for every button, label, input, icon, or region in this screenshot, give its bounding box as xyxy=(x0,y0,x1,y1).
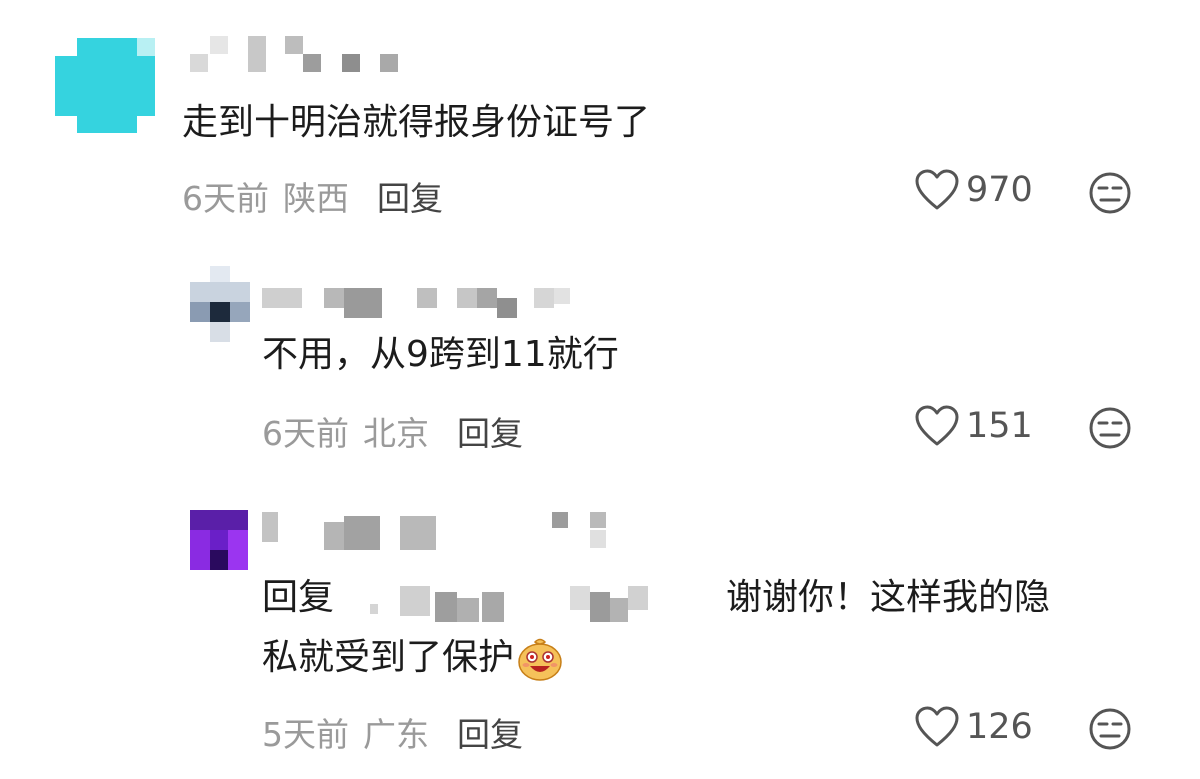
comment-time: 5天前 xyxy=(262,715,349,754)
like-button[interactable]: 970 xyxy=(914,168,1033,212)
dislike-button[interactable] xyxy=(1088,406,1132,454)
reply-button[interactable]: 回复 xyxy=(457,708,523,756)
username-blurred[interactable] xyxy=(262,283,572,323)
like-count: 126 xyxy=(966,707,1033,747)
comment-location: 北京 xyxy=(363,414,429,453)
username-blurred[interactable] xyxy=(262,508,612,552)
like-button[interactable]: 126 xyxy=(914,705,1033,749)
comment-location: 广东 xyxy=(363,715,429,754)
reply-button[interactable]: 回复 xyxy=(377,172,443,220)
dislike-button[interactable] xyxy=(1088,707,1132,755)
comment-text: 不用，从9跨到11就行 xyxy=(262,334,619,375)
avatar[interactable] xyxy=(190,266,250,342)
reply-prefix: 回复 xyxy=(262,577,335,618)
comment-location: 陕西 xyxy=(283,179,349,218)
heart-outline-icon xyxy=(915,706,959,747)
avatar[interactable] xyxy=(55,38,155,133)
comment-meta: 5天前 广东 回复 xyxy=(262,708,523,756)
comment-text-line1: 回复 xyxy=(262,570,334,626)
comment-time: 6天前 xyxy=(182,179,269,218)
comment-text: 谢谢你！这样我的隐 xyxy=(726,577,1051,618)
comment-text-continued: 私就受到了保护 xyxy=(262,637,515,678)
comment-meta: 6天前 陕西 回复 xyxy=(182,172,443,220)
mentioned-user-blurred[interactable] xyxy=(370,584,670,624)
comment-time: 6天前 xyxy=(262,414,349,453)
like-count: 970 xyxy=(966,170,1033,210)
dislike-button[interactable] xyxy=(1088,171,1132,219)
neutral-face-icon xyxy=(1089,407,1131,449)
comment-meta: 6天前 北京 回复 xyxy=(262,407,523,455)
username-blurred[interactable] xyxy=(190,36,410,76)
like-button[interactable]: 151 xyxy=(914,404,1033,448)
comment-text: 走到十明治就得报身份证号了 xyxy=(182,102,651,143)
like-count: 151 xyxy=(966,406,1033,446)
heart-outline-icon xyxy=(915,169,959,210)
laughing-face-emoji xyxy=(518,638,562,681)
heart-outline-icon xyxy=(915,405,959,446)
neutral-face-icon xyxy=(1089,172,1131,214)
avatar[interactable] xyxy=(190,510,248,570)
neutral-face-icon xyxy=(1089,708,1131,750)
reply-button[interactable]: 回复 xyxy=(457,407,523,455)
comment-text-line2: 私就受到了保护 xyxy=(262,630,564,686)
